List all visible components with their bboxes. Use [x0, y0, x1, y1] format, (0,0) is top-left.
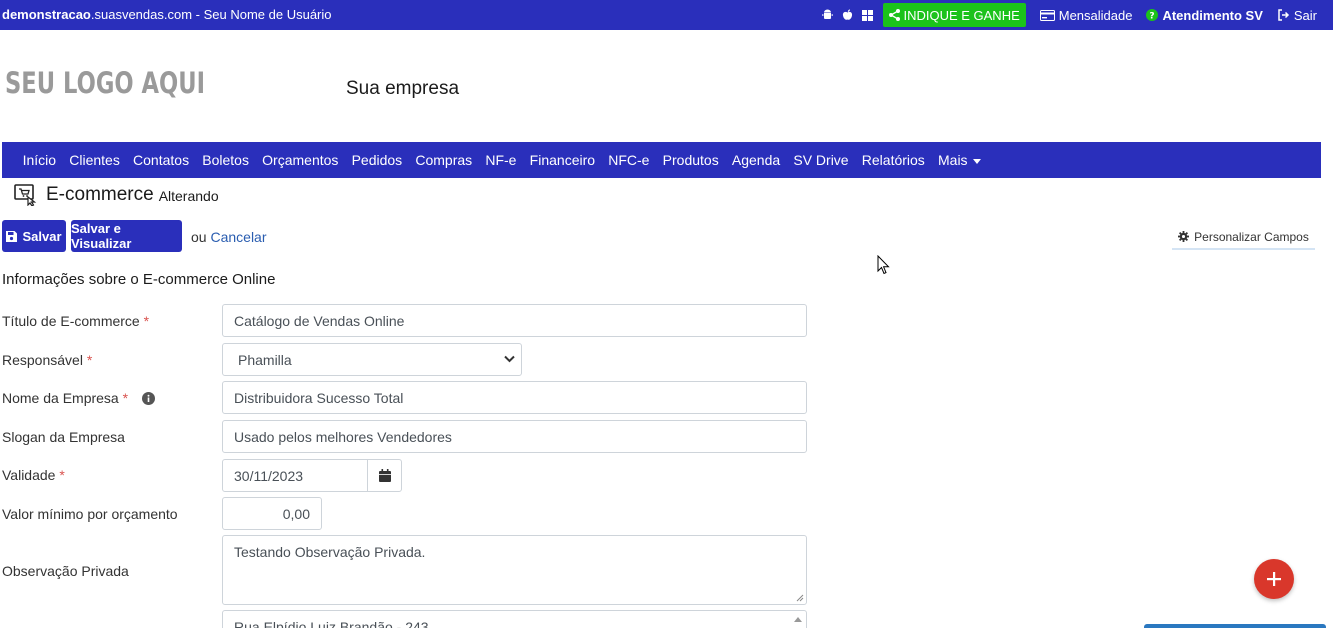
- add-floating-button[interactable]: [1254, 559, 1294, 599]
- required-mark: *: [122, 390, 129, 406]
- or-cancel: ou Cancelar: [191, 229, 267, 245]
- slogan-input[interactable]: Usado pelos melhores Vendedores: [222, 420, 807, 453]
- titulo-label: Título de E-commerce *: [2, 313, 150, 329]
- nav-item-mais[interactable]: Mais: [931, 152, 987, 168]
- chat-widget-tab[interactable]: [1144, 624, 1326, 628]
- site-domain: .suasvendas.com: [90, 7, 193, 22]
- responsavel-select[interactable]: Phamilla: [222, 343, 522, 376]
- top-bar: demonstracao.suasvendas.com - Seu Nome d…: [0, 0, 1333, 30]
- cancel-link[interactable]: Cancelar: [210, 229, 266, 245]
- mensalidade-link[interactable]: Mensalidade: [1039, 7, 1133, 23]
- logo: SEU LOGO AQUI: [5, 66, 206, 100]
- main-navbar: Início Clientes Contatos Boletos Orçamen…: [2, 142, 1321, 178]
- save-button[interactable]: Salvar: [2, 220, 66, 252]
- observacao-label: Observação Privada: [2, 563, 129, 579]
- nav-item-produtos[interactable]: Produtos: [656, 152, 725, 168]
- page-header: E-commerce Alterando: [14, 184, 219, 206]
- valor-minimo-label: Valor mínimo por orçamento: [2, 506, 178, 522]
- required-mark: *: [59, 467, 65, 483]
- question-circle-icon: ?: [1146, 9, 1159, 21]
- mensalidade-label: Mensalidade: [1058, 7, 1133, 23]
- nav-item-pedidos[interactable]: Pedidos: [345, 152, 409, 168]
- valor-minimo-input[interactable]: 0,00: [222, 497, 322, 530]
- page-subtitle: Alterando: [158, 188, 219, 204]
- slogan-label: Slogan da Empresa: [2, 429, 125, 445]
- nav-item-nfce[interactable]: NFC-e: [602, 152, 656, 168]
- nav-item-agenda[interactable]: Agenda: [725, 152, 786, 168]
- company-name: Sua empresa: [346, 78, 460, 99]
- empresa-input[interactable]: Distribuidora Sucesso Total: [222, 381, 807, 414]
- address-textarea[interactable]: Rua Elpídio Luiz Brandão - 243: [222, 610, 807, 628]
- calendar-button[interactable]: [367, 459, 402, 492]
- save-view-label: Salvar e Visualizar: [71, 221, 132, 251]
- scroll-up-icon[interactable]: [794, 617, 802, 622]
- chevron-down-icon: [504, 355, 515, 363]
- mouse-cursor-icon: [877, 255, 890, 275]
- caret-down-icon: [972, 158, 981, 164]
- sign-out-icon: [1278, 9, 1289, 21]
- save-and-view-button[interactable]: Salvar e Visualizar: [71, 220, 182, 252]
- nav-item-compras[interactable]: Compras: [409, 152, 479, 168]
- validade-input[interactable]: 30/11/2023: [222, 459, 368, 492]
- nav-item-relatorios[interactable]: Relatórios: [855, 152, 931, 168]
- indique-e-ganhe-button[interactable]: INDIQUE E GANHE: [883, 3, 1026, 27]
- personalize-label: Personalizar Campos: [1194, 230, 1309, 244]
- floppy-disk-icon: [6, 230, 18, 242]
- atendimento-label: Atendimento SV: [1162, 7, 1263, 23]
- android-icon[interactable]: [821, 9, 833, 21]
- nav-item-orcamentos[interactable]: Orçamentos: [256, 152, 345, 168]
- validade-label: Validade *: [2, 467, 65, 483]
- share-icon: [889, 9, 901, 21]
- nav-item-financeiro[interactable]: Financeiro: [523, 152, 602, 168]
- required-mark: *: [86, 352, 93, 368]
- save-label: Salvar: [22, 228, 62, 244]
- nav-item-nfe[interactable]: NF-e: [479, 152, 523, 168]
- nav-item-inicio[interactable]: Início: [16, 152, 63, 168]
- site-info: demonstracao.suasvendas.com - Seu Nome d…: [2, 7, 332, 22]
- page-title: E-commerce: [46, 184, 154, 205]
- nav-item-clientes[interactable]: Clientes: [63, 152, 127, 168]
- personalize-fields-button[interactable]: Personalizar Campos: [1172, 226, 1315, 250]
- site-subdomain: demonstracao: [2, 7, 91, 22]
- nav-item-contatos[interactable]: Contatos: [126, 152, 195, 168]
- nav-mais-label: Mais: [938, 152, 968, 168]
- nav-item-boletos[interactable]: Boletos: [196, 152, 256, 168]
- atendimento-link[interactable]: ? Atendimento SV: [1146, 7, 1263, 23]
- resize-grip-icon[interactable]: [796, 594, 804, 602]
- info-circle-icon[interactable]: [141, 391, 155, 405]
- svg-text:?: ?: [1150, 11, 1155, 21]
- observacao-textarea[interactable]: Testando Observação Privada.: [222, 535, 807, 605]
- calendar-icon: [378, 469, 391, 482]
- site-user: - Seu Nome de Usuário: [192, 7, 332, 22]
- ecommerce-icon: [14, 184, 37, 206]
- sair-link[interactable]: Sair: [1277, 8, 1317, 23]
- nav-item-sv-drive[interactable]: SV Drive: [787, 152, 855, 168]
- required-mark: *: [143, 313, 150, 329]
- section-title: Informações sobre o E-commerce Online: [2, 271, 276, 288]
- indique-label: INDIQUE E GANHE: [903, 7, 1020, 23]
- empresa-label: Nome da Empresa *: [2, 390, 155, 406]
- apple-icon[interactable]: [841, 9, 853, 21]
- gear-icon: [1178, 231, 1190, 242]
- windows-icon[interactable]: [861, 9, 873, 21]
- titulo-input[interactable]: Catálogo de Vendas Online: [222, 304, 807, 337]
- credit-card-icon: [1039, 9, 1055, 21]
- sair-label: Sair: [1293, 7, 1317, 23]
- top-bar-right: INDIQUE E GANHE Mensalidade ? Atendiment…: [813, 3, 1317, 27]
- plus-icon: [1267, 572, 1281, 586]
- or-text: ou: [191, 229, 207, 245]
- responsavel-label: Responsável *: [2, 352, 93, 368]
